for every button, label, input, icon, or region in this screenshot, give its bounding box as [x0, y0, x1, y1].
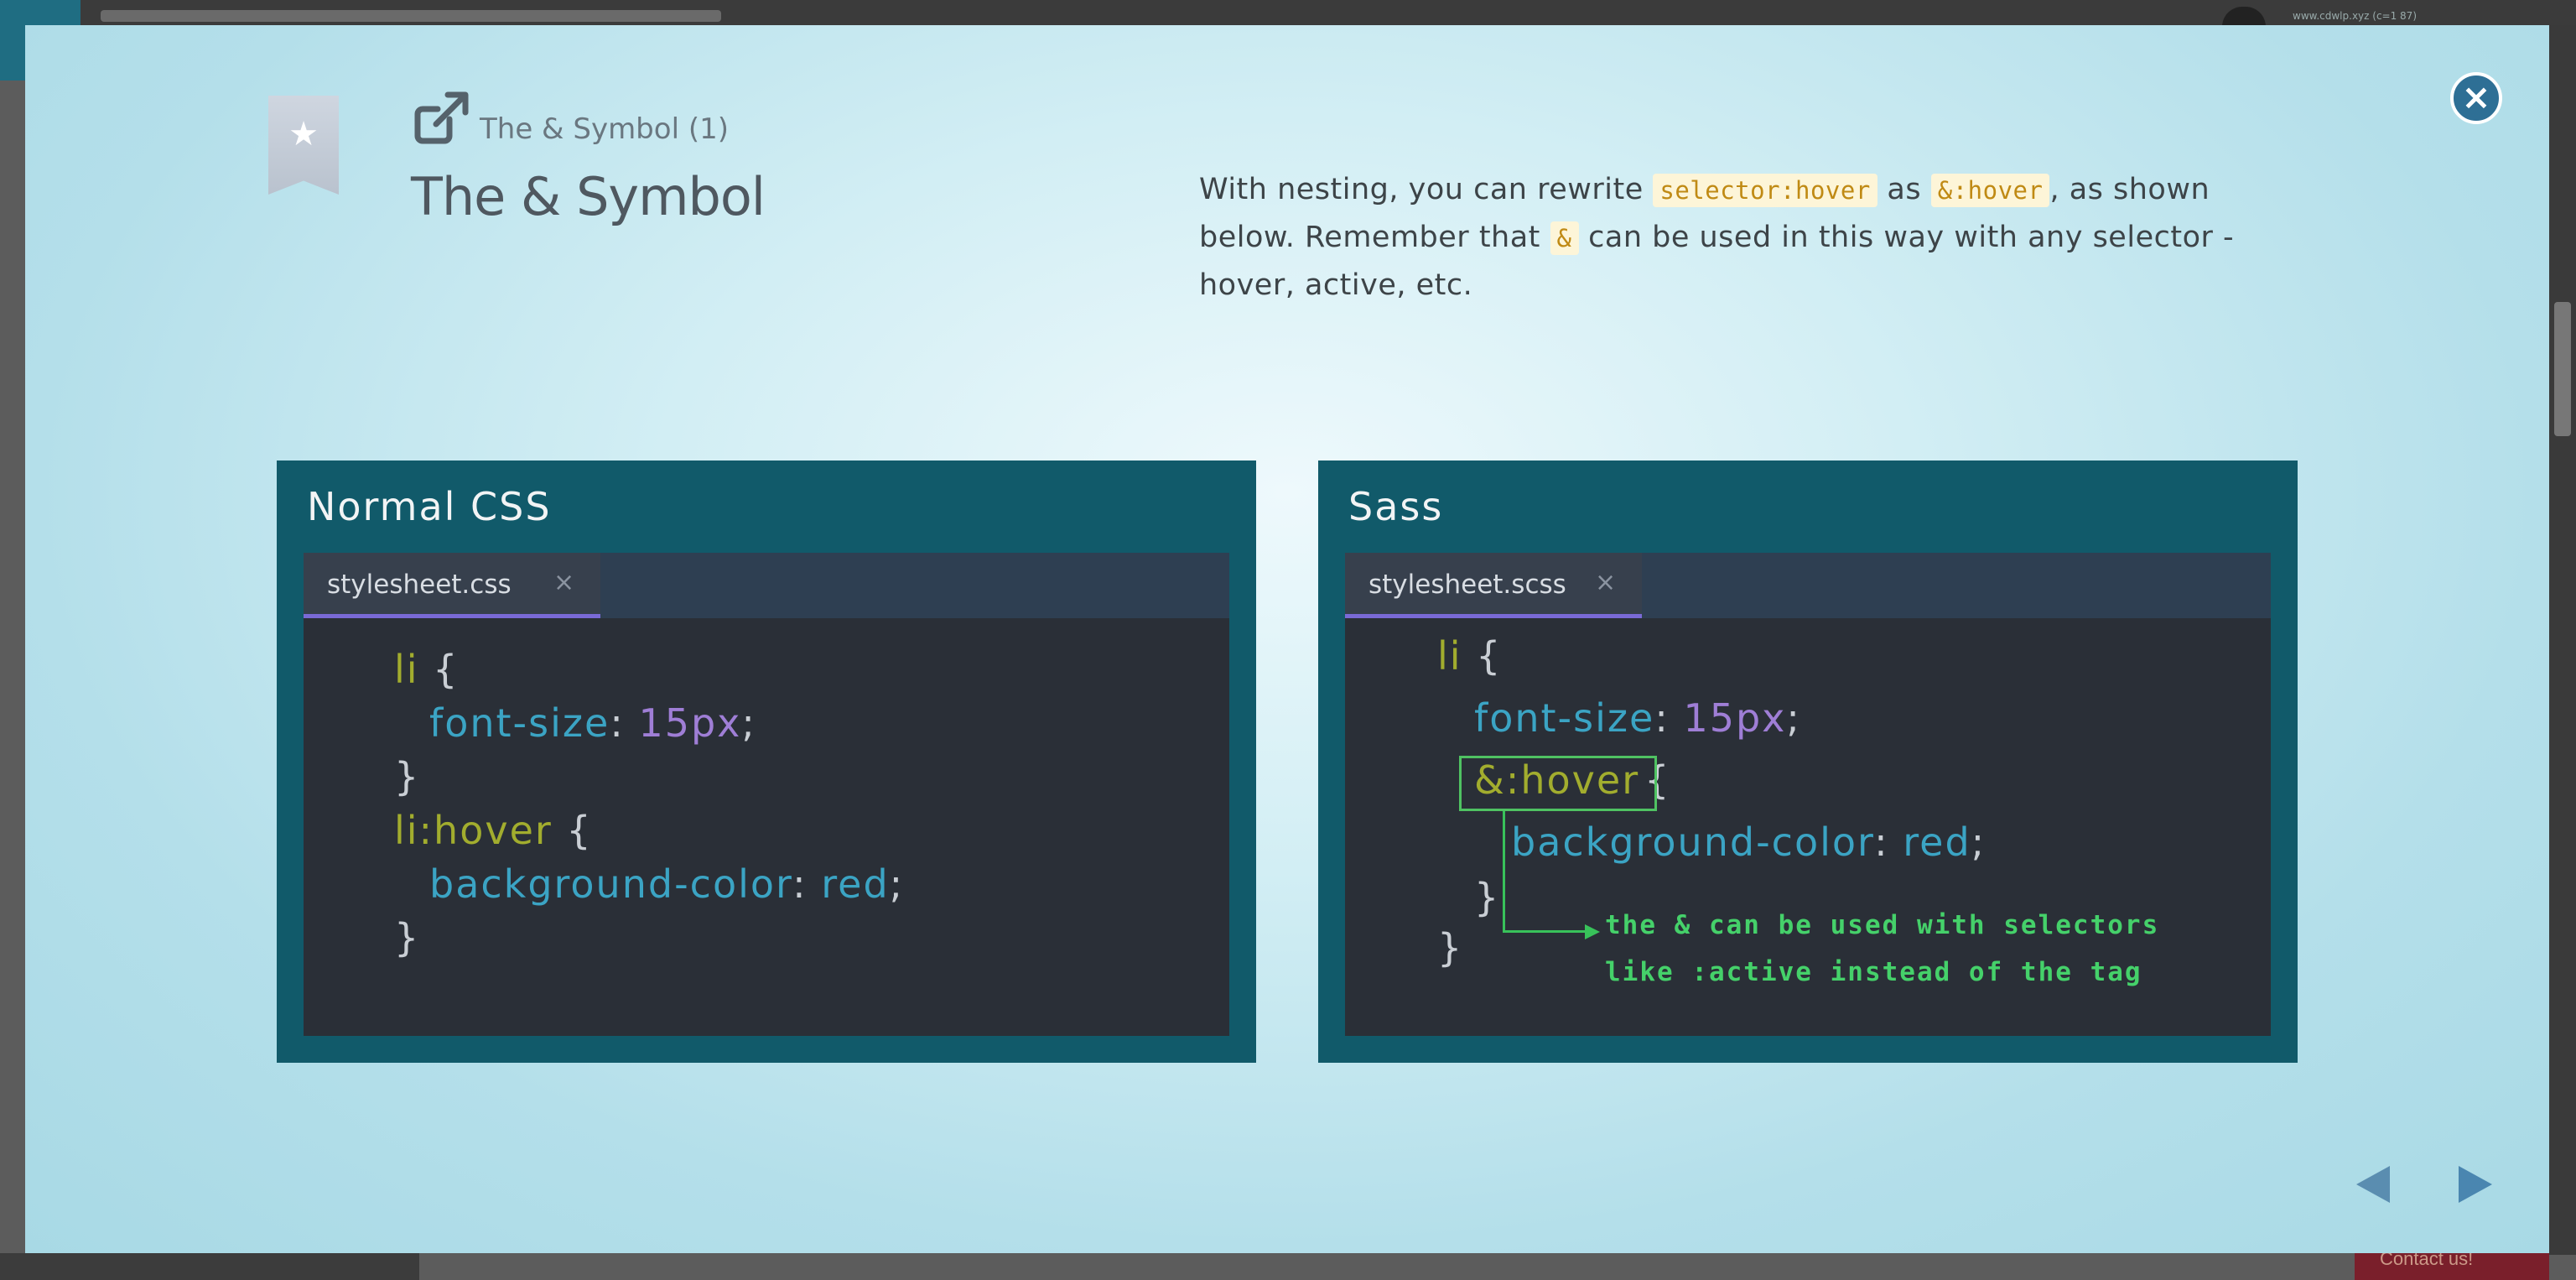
annotation-text: like :active instead of the tag: [1605, 957, 2142, 987]
code-value: red: [1903, 820, 1971, 865]
sass-panel: Sass stylesheet.scss × li { font-size: 1…: [1318, 460, 2298, 1063]
panel-title: Normal CSS: [307, 484, 552, 529]
code-punctuation: {: [552, 808, 593, 853]
code-property: font-size: [429, 700, 610, 746]
code-line: li:hover {: [394, 808, 593, 853]
code-selector: li: [394, 647, 419, 692]
code-property: background-color: [1511, 820, 1875, 865]
background-search-bar: [101, 10, 721, 22]
annotation-connector: [1503, 930, 1587, 933]
tab-label: stylesheet.css: [327, 570, 512, 600]
close-icon[interactable]: ×: [1595, 568, 1616, 597]
inline-code: &: [1550, 221, 1579, 255]
page-title: The & Symbol: [411, 166, 766, 227]
background-bottom-bar: [0, 1253, 419, 1280]
editor-tab-bar: stylesheet.css ×: [304, 553, 1229, 618]
inline-code: &:hover: [1930, 174, 2050, 207]
code-punctuation: :: [1874, 820, 1903, 865]
triangle-right-icon[interactable]: [2455, 1163, 2496, 1206]
code-line: font-size: 15px;: [429, 700, 756, 746]
code-punctuation: ;: [1971, 820, 1987, 865]
code-line: font-size: 15px;: [1474, 695, 1801, 741]
code-value: 15px: [638, 700, 742, 746]
code-punctuation: {: [418, 647, 460, 692]
code-punctuation: {: [1462, 633, 1503, 679]
description-text: as: [1877, 173, 1931, 206]
code-selector: li:hover: [394, 808, 553, 853]
panel-title: Sass: [1348, 484, 1444, 529]
code-punctuation: :: [1654, 695, 1684, 741]
triangle-left-icon[interactable]: [2353, 1163, 2393, 1206]
lesson-description: With nesting, you can rewrite selector:h…: [1199, 166, 2256, 309]
star-icon: ★: [288, 115, 319, 153]
code-line: }: [394, 754, 421, 799]
close-button[interactable]: ×: [2450, 72, 2502, 124]
page-scrollbar[interactable]: [2549, 25, 2576, 1255]
code-line: }: [394, 915, 421, 960]
tab-stylesheet-css[interactable]: stylesheet.css ×: [304, 553, 600, 618]
code-line: background-color: red;: [429, 861, 904, 907]
close-icon[interactable]: ×: [553, 568, 574, 597]
close-icon: ×: [2461, 76, 2491, 117]
code-value: red: [821, 861, 890, 907]
highlight-box: [1459, 756, 1657, 811]
code-editor: stylesheet.css × li { font-size: 15px; }…: [304, 553, 1229, 1036]
arrow-right-icon: [1585, 924, 1600, 939]
code-property: font-size: [1474, 695, 1655, 741]
page-scrollbar-thumb[interactable]: [2554, 302, 2571, 436]
code-area: li { font-size: 15px; &:hover{ backgroun…: [1345, 618, 2271, 1036]
code-editor: stylesheet.scss × li { font-size: 15px; …: [1345, 553, 2271, 1036]
code-punctuation: :: [792, 861, 822, 907]
code-line: li {: [394, 647, 459, 692]
description-text: With nesting, you can rewrite: [1199, 173, 1654, 206]
code-line: background-color: red;: [1511, 820, 1986, 865]
lesson-modal: ★ The & Symbol (1) The & Symbol With nes…: [25, 25, 2549, 1253]
code-area: li { font-size: 15px; } li:hover { backg…: [304, 618, 1229, 1036]
code-line: li {: [1437, 633, 1502, 679]
annotation-connector: [1503, 811, 1505, 932]
background-url-text: www.cdwlp.xyz (c=1 87): [2293, 10, 2418, 22]
external-link-icon[interactable]: [413, 91, 471, 146]
code-line: }: [1437, 925, 1464, 970]
code-punctuation: ;: [741, 700, 756, 746]
normal-css-panel: Normal CSS stylesheet.css × li { font-si…: [277, 460, 1256, 1063]
inline-code: selector:hover: [1653, 174, 1877, 207]
code-property: background-color: [429, 861, 793, 907]
tab-stylesheet-scss[interactable]: stylesheet.scss ×: [1345, 553, 1642, 618]
code-value: 15px: [1683, 695, 1787, 741]
tab-label: stylesheet.scss: [1368, 570, 1566, 600]
annotation-text: the & can be used with selectors: [1605, 910, 2160, 940]
code-selector: li: [1437, 633, 1462, 679]
editor-tab-bar: stylesheet.scss ×: [1345, 553, 2271, 618]
code-punctuation: :: [610, 700, 639, 746]
breadcrumb: The & Symbol (1): [480, 112, 729, 146]
code-punctuation: ;: [889, 861, 905, 907]
code-line: }: [1474, 875, 1501, 920]
code-punctuation: ;: [1786, 695, 1801, 741]
